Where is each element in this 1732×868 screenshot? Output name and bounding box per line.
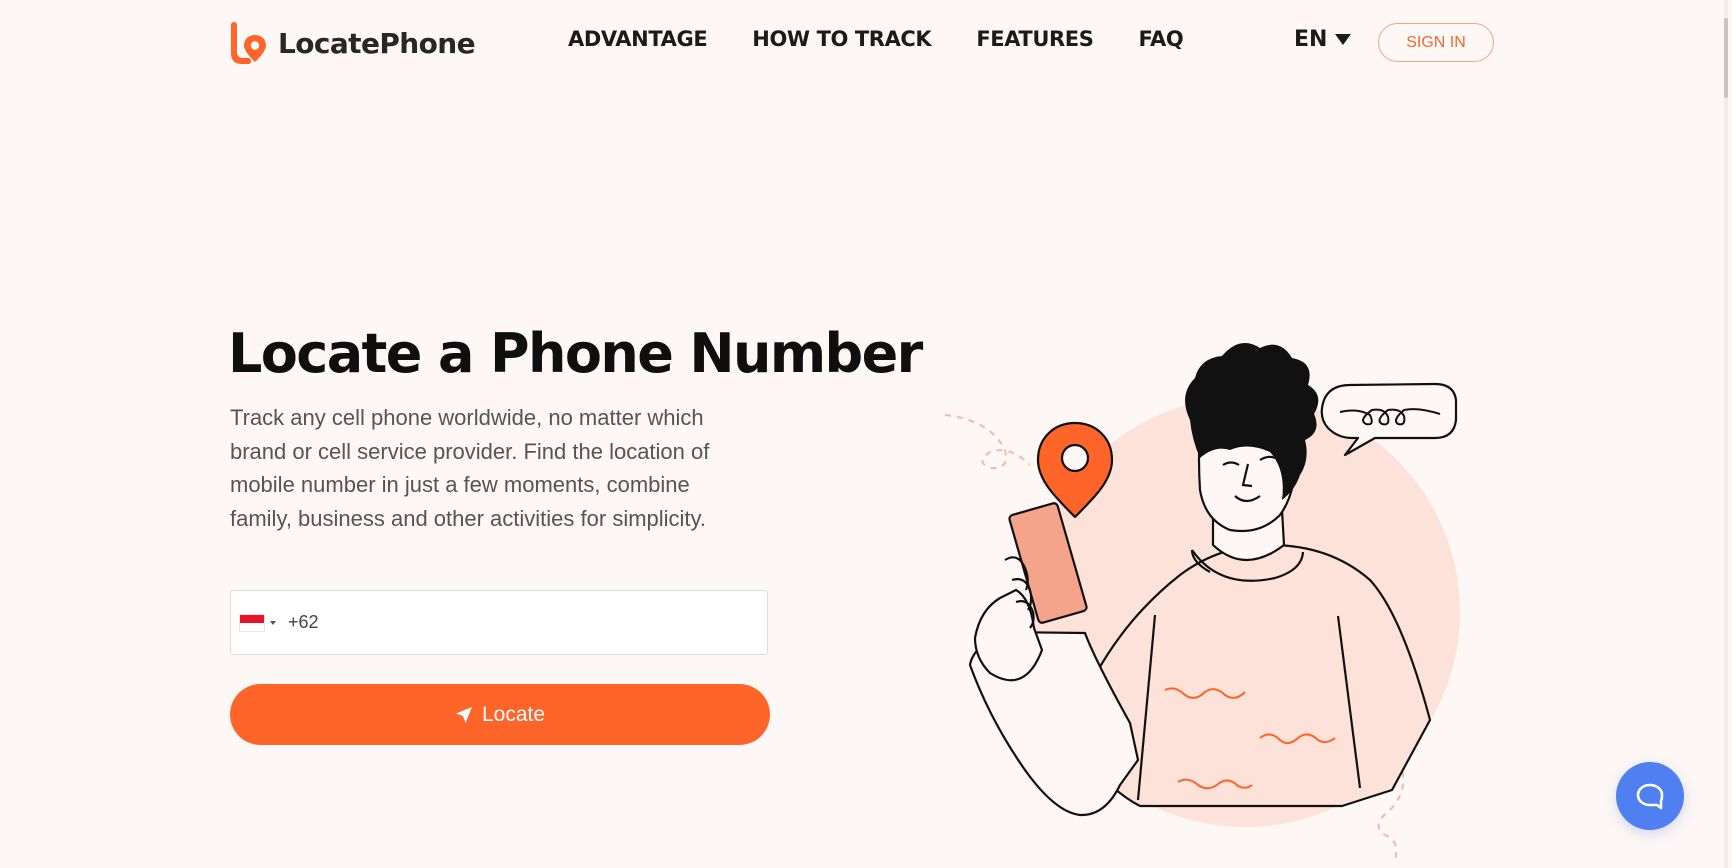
country-code-selector[interactable] bbox=[240, 614, 276, 631]
phone-number-input[interactable] bbox=[286, 601, 730, 644]
language-label: EN bbox=[1294, 27, 1328, 52]
locate-pin-logo-icon bbox=[231, 22, 266, 64]
nav-item-features[interactable]: FEATURES bbox=[976, 27, 1094, 51]
hero-description: Track any cell phone worldwide, no matte… bbox=[230, 405, 710, 531]
chevron-down-icon bbox=[270, 620, 276, 625]
page-scrollbar[interactable] bbox=[1724, 0, 1728, 868]
page-title: Locate a Phone Number bbox=[228, 322, 923, 385]
navigation-arrow-icon bbox=[455, 706, 472, 723]
nav-item-faq[interactable]: FAQ bbox=[1138, 27, 1183, 51]
main-nav: ADVANTAGE HOW TO TRACK FEATURES FAQ bbox=[568, 27, 1184, 51]
scrollbar-thumb[interactable] bbox=[1724, 18, 1728, 98]
logo[interactable]: LocatePhone bbox=[228, 20, 476, 66]
person-with-phone-illustration bbox=[944, 343, 1460, 861]
nav-item-advantage[interactable]: ADVANTAGE bbox=[568, 27, 708, 51]
nav-item-how-to-track[interactable]: HOW TO TRACK bbox=[752, 27, 931, 51]
landing-page: LocatePhone ADVANTAGE HOW TO TRACK FEATU… bbox=[0, 0, 1728, 868]
support-chat-button[interactable] bbox=[1616, 762, 1684, 830]
sign-in-button[interactable]: SIGN IN bbox=[1378, 23, 1494, 62]
phone-number-input-group bbox=[230, 590, 768, 655]
chat-bubble-icon bbox=[1636, 783, 1664, 810]
caret-down-icon bbox=[1335, 34, 1352, 45]
locate-button[interactable]: Locate bbox=[230, 684, 770, 745]
locate-button-label: Locate bbox=[481, 702, 546, 726]
indonesia-flag-icon bbox=[240, 614, 264, 631]
brand-name: LocatePhone bbox=[278, 26, 476, 60]
language-selector[interactable]: EN bbox=[1294, 27, 1352, 52]
